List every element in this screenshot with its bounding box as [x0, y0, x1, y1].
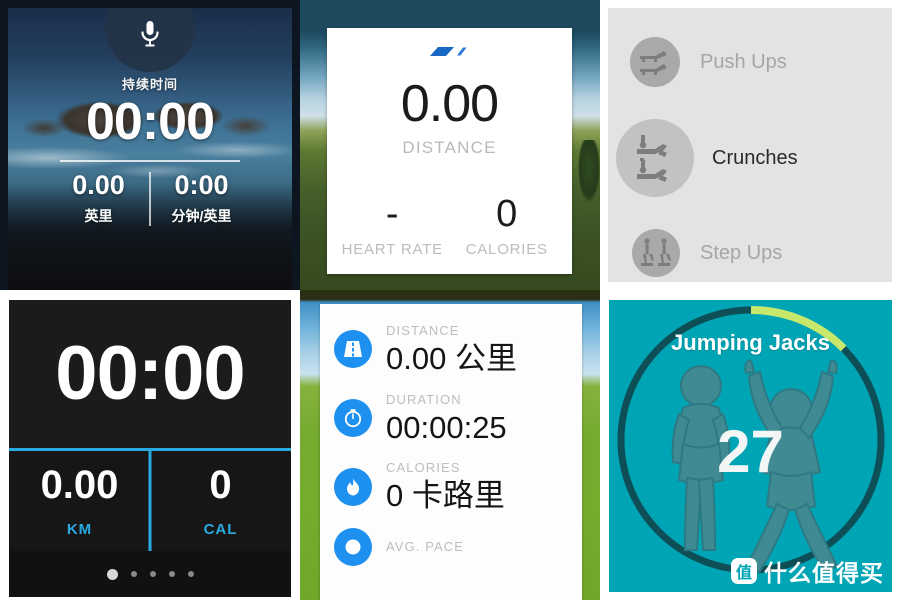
run-tracker-screen: 持续时间 00:00 0.00 英里 0:00 分钟/英里: [8, 8, 292, 290]
page-dot[interactable]: [106, 568, 118, 580]
heart-rate-stat: - HEART RATE: [335, 195, 450, 258]
microphone-icon: [139, 20, 161, 50]
metric-value: 0 卡路里: [386, 478, 505, 514]
metric-text: AVG. PACE: [386, 538, 464, 556]
calories-stat: 0 CALORIES: [450, 195, 565, 258]
pace-icon: [334, 527, 372, 566]
metric-value: 0.00 公里: [386, 341, 517, 376]
timer-area: 00:00: [9, 300, 291, 448]
pace-stat: 0:00 分钟/英里: [153, 169, 250, 226]
jumping-jacks-screen: Jumping Jacks 27 值 什么值得买: [609, 300, 892, 592]
page-indicator[interactable]: [9, 551, 291, 597]
timer-value: 00:00: [55, 331, 245, 416]
watermark-logo-icon: 值: [731, 558, 757, 584]
watermark-text: 什么值得买: [764, 560, 884, 586]
metric-row-calories: CALORIES 0 卡路里: [334, 459, 582, 514]
calories-label: CALORIES: [465, 241, 548, 258]
screenshot-grid: 持续时间 00:00 0.00 英里 0:00 分钟/英里 0.00 DISTA…: [0, 0, 900, 600]
crunches-icon: [616, 119, 694, 197]
metric-text: DURATION 00:00:25: [386, 391, 507, 446]
stats-divider-vertical: [149, 171, 151, 226]
metric-label: AVG. PACE: [386, 538, 465, 554]
calories-unit: CAL: [203, 521, 238, 538]
accent-divider-vertical: [148, 451, 152, 551]
panel-dark-stopwatch: 00:00 0.00 KM 0 CAL: [0, 290, 300, 600]
distance-unit: 英里: [84, 207, 113, 224]
stopwatch-icon: [334, 398, 372, 437]
duration-label: 持续时间: [121, 77, 178, 92]
flame-icon: [334, 467, 372, 506]
step-ups-icon: [632, 229, 680, 277]
distance-stat: 0.00 KM: [9, 451, 150, 551]
pace-unit: 分钟/英里: [171, 207, 232, 224]
duration-value: 00:00: [86, 93, 215, 151]
metric-text: CALORIES 0 卡路里: [386, 459, 505, 514]
metrics-card: DISTANCE 0.00 公里 DURATION 00:00:25 CALOR…: [320, 304, 582, 600]
calories-value: 0: [496, 193, 518, 235]
stopwatch-screen: 00:00 0.00 KM 0 CAL: [9, 300, 291, 597]
distance-value: 0.00: [400, 75, 499, 133]
tree-background-decoration: [578, 140, 600, 202]
panel-runtastic-card: 0.00 DISTANCE - HEART RATE 0 CALORIES: [300, 0, 600, 290]
metric-row-distance: DISTANCE 0.00 公里: [334, 322, 582, 377]
page-dot[interactable]: [168, 571, 175, 577]
secondary-metrics-row: - HEART RATE 0 CALORIES: [327, 195, 572, 274]
rep-count: 27: [717, 418, 784, 485]
panel-jumping-jacks: Jumping Jacks 27 值 什么值得买: [600, 290, 900, 600]
exercise-list: Push Ups Crunches Step Ups: [608, 8, 892, 282]
metric-label: DISTANCE: [386, 323, 460, 338]
heart-rate-label: HEART RATE: [341, 241, 443, 258]
list-item-step-ups[interactable]: Step Ups: [608, 222, 892, 284]
list-item-crunches[interactable]: Crunches: [608, 112, 892, 204]
distance-value: 0.00: [40, 463, 119, 507]
page-dot[interactable]: [130, 571, 137, 577]
runtastic-stats-card: 0.00 DISTANCE - HEART RATE 0 CALORIES: [327, 28, 572, 274]
road-icon: [334, 330, 372, 369]
exercise-title: Jumping Jacks: [671, 330, 830, 355]
exercise-label: Push Ups: [700, 50, 787, 73]
panel-metrics-card: DISTANCE 0.00 公里 DURATION 00:00:25 CALOR…: [300, 290, 600, 600]
metrics-row: 0.00 KM 0 CAL: [9, 451, 291, 551]
distance-value: 0.00: [72, 169, 125, 200]
metric-value: 00:00:25: [386, 409, 507, 445]
calories-value: 0: [209, 463, 232, 507]
metric-label: DURATION: [386, 391, 462, 407]
page-dot[interactable]: [149, 571, 156, 577]
stats-divider-horizontal: [60, 159, 240, 162]
page-dot[interactable]: [187, 571, 194, 577]
secondary-stats-row: 0.00 英里 0:00 分钟/英里: [50, 169, 250, 226]
metric-text: DISTANCE 0.00 公里: [386, 322, 517, 377]
distance-unit: KM: [66, 521, 93, 538]
metric-row-duration: DURATION 00:00:25: [334, 391, 582, 446]
exercise-label: Crunches: [712, 146, 798, 169]
distance-label: DISTANCE: [402, 138, 497, 157]
calories-stat: 0 CAL: [150, 451, 291, 551]
runtastic-logo: [428, 44, 472, 60]
pace-value: 0:00: [174, 169, 229, 200]
push-ups-icon: [630, 37, 680, 87]
watermark: 值 什么值得买: [731, 554, 884, 588]
metric-row-avg-pace: AVG. PACE: [334, 527, 582, 566]
exercise-label: Step Ups: [700, 241, 783, 264]
distance-stat: 0.00 英里: [50, 169, 147, 226]
run-stats: 持续时间 00:00 0.00 英里 0:00 分钟/英里: [8, 74, 292, 226]
heart-rate-value: -: [385, 193, 399, 235]
panel-run-tracker-beach: 持续时间 00:00 0.00 英里 0:00 分钟/英里: [0, 0, 300, 290]
list-item-push-ups[interactable]: Push Ups: [608, 30, 892, 94]
metric-label: CALORIES: [386, 460, 461, 476]
panel-exercise-list: Push Ups Crunches Step Ups: [600, 0, 900, 290]
